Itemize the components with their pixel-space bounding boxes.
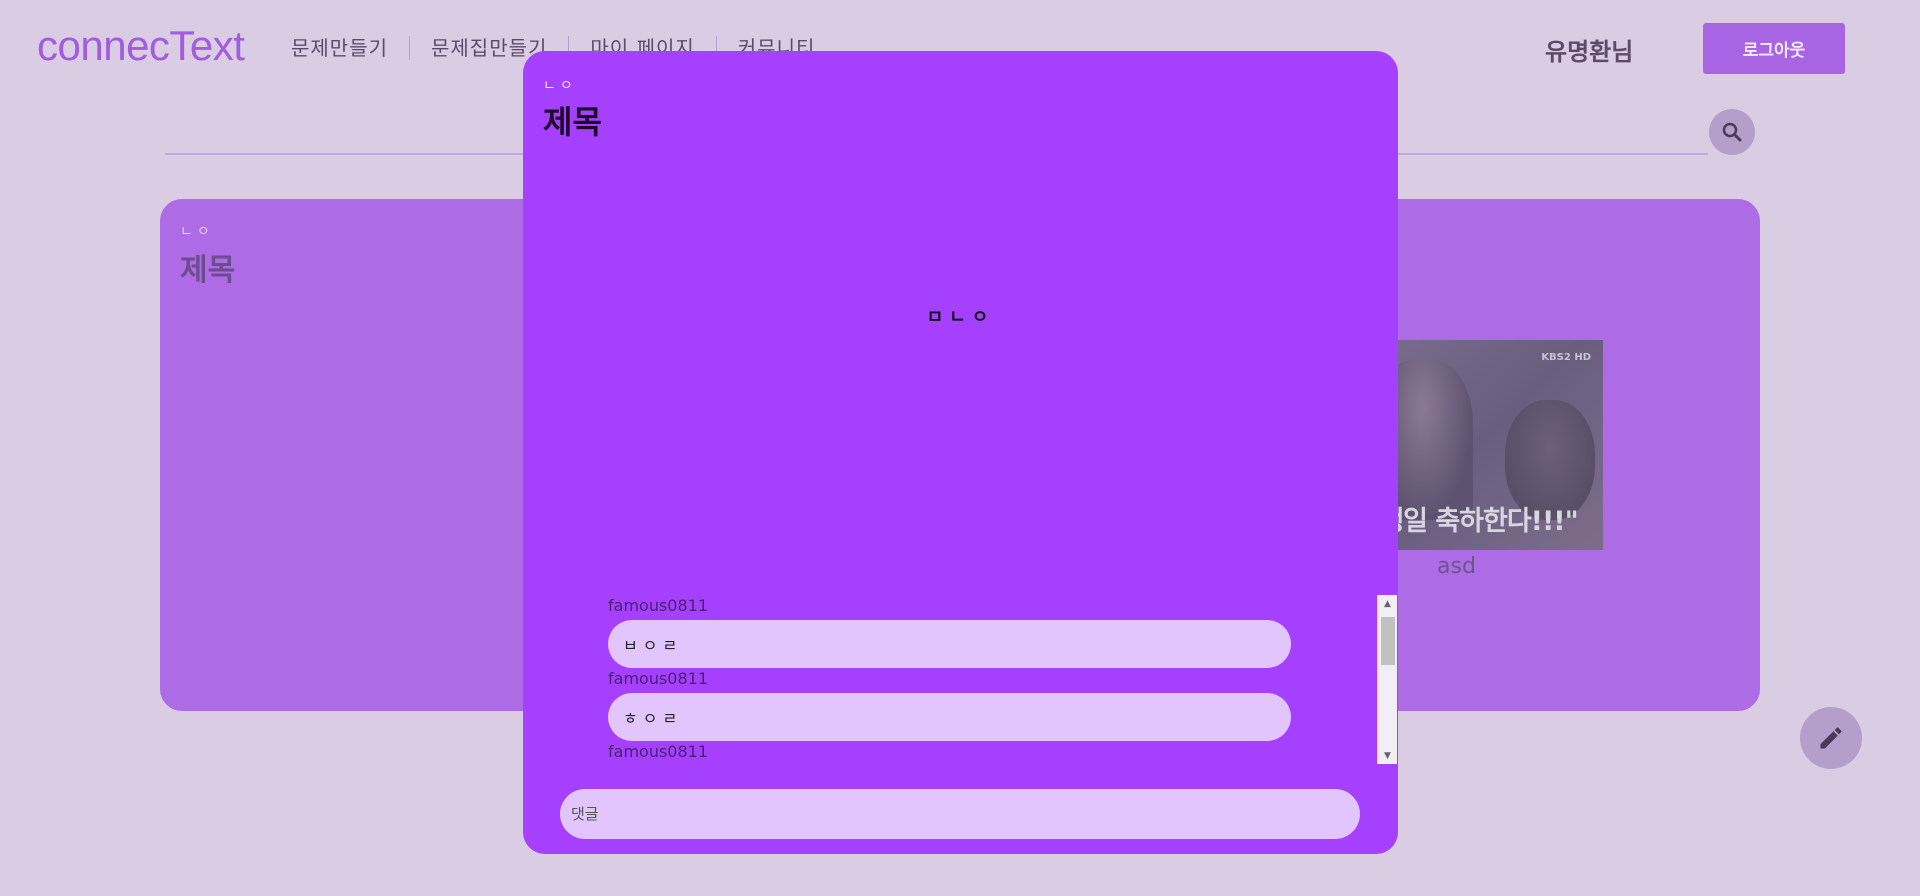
post-card-image-label: asd [1437, 554, 1476, 579]
comment-text: ㅎㅇㄹ [608, 693, 1291, 741]
nav-item-create-problem[interactable]: 문제만들기 [270, 36, 410, 60]
comment-item: famous0811 ㅎㅇㄹ [608, 669, 1398, 741]
comment-scrollbar[interactable]: ▲ ▼ [1377, 595, 1397, 764]
pencil-icon [1820, 727, 1842, 749]
comment-author[interactable]: famous0811 [608, 596, 1398, 616]
modal-subtitle: ㄴㅇ [543, 78, 577, 94]
app-logo[interactable]: connecText [37, 22, 245, 70]
modal-body-text: ㅁㄴㅇ [926, 307, 995, 328]
scrollbar-thumb[interactable] [1381, 617, 1395, 665]
comment-input[interactable] [560, 789, 1360, 839]
comment-text: ㅂㅇㄹ [608, 620, 1291, 668]
scroll-down-arrow-icon[interactable]: ▼ [1378, 747, 1397, 764]
comment-item: famous0811 ㅂㅇㄹ [608, 596, 1398, 668]
comment-list[interactable]: famous0811 ㅂㅇㄹ famous0811 ㅎㅇㄹ famous0811 [608, 596, 1398, 764]
search-button[interactable] [1709, 109, 1755, 155]
modal-title: 제목 [543, 103, 602, 141]
user-greeting: 유명환님 [1545, 38, 1634, 66]
search-icon [1722, 122, 1742, 142]
post-card-title: 제목 [180, 253, 236, 288]
image-channel-logo: KBS2 HD [1541, 352, 1591, 363]
comment-item: famous0811 [608, 742, 1398, 764]
comment-author[interactable]: famous0811 [608, 669, 1398, 689]
edit-button[interactable] [1800, 707, 1862, 769]
logout-button[interactable]: 로그아웃 [1703, 23, 1845, 74]
scroll-up-arrow-icon[interactable]: ▲ [1378, 595, 1397, 612]
post-detail-modal: ㄴㅇ 제목 ㅁㄴㅇ famous0811 ㅂㅇㄹ famous0811 ㅎㅇㄹ … [523, 51, 1398, 854]
post-card-subtitle: ㄴㅇ [180, 224, 214, 240]
comment-author[interactable]: famous0811 [608, 742, 1398, 762]
